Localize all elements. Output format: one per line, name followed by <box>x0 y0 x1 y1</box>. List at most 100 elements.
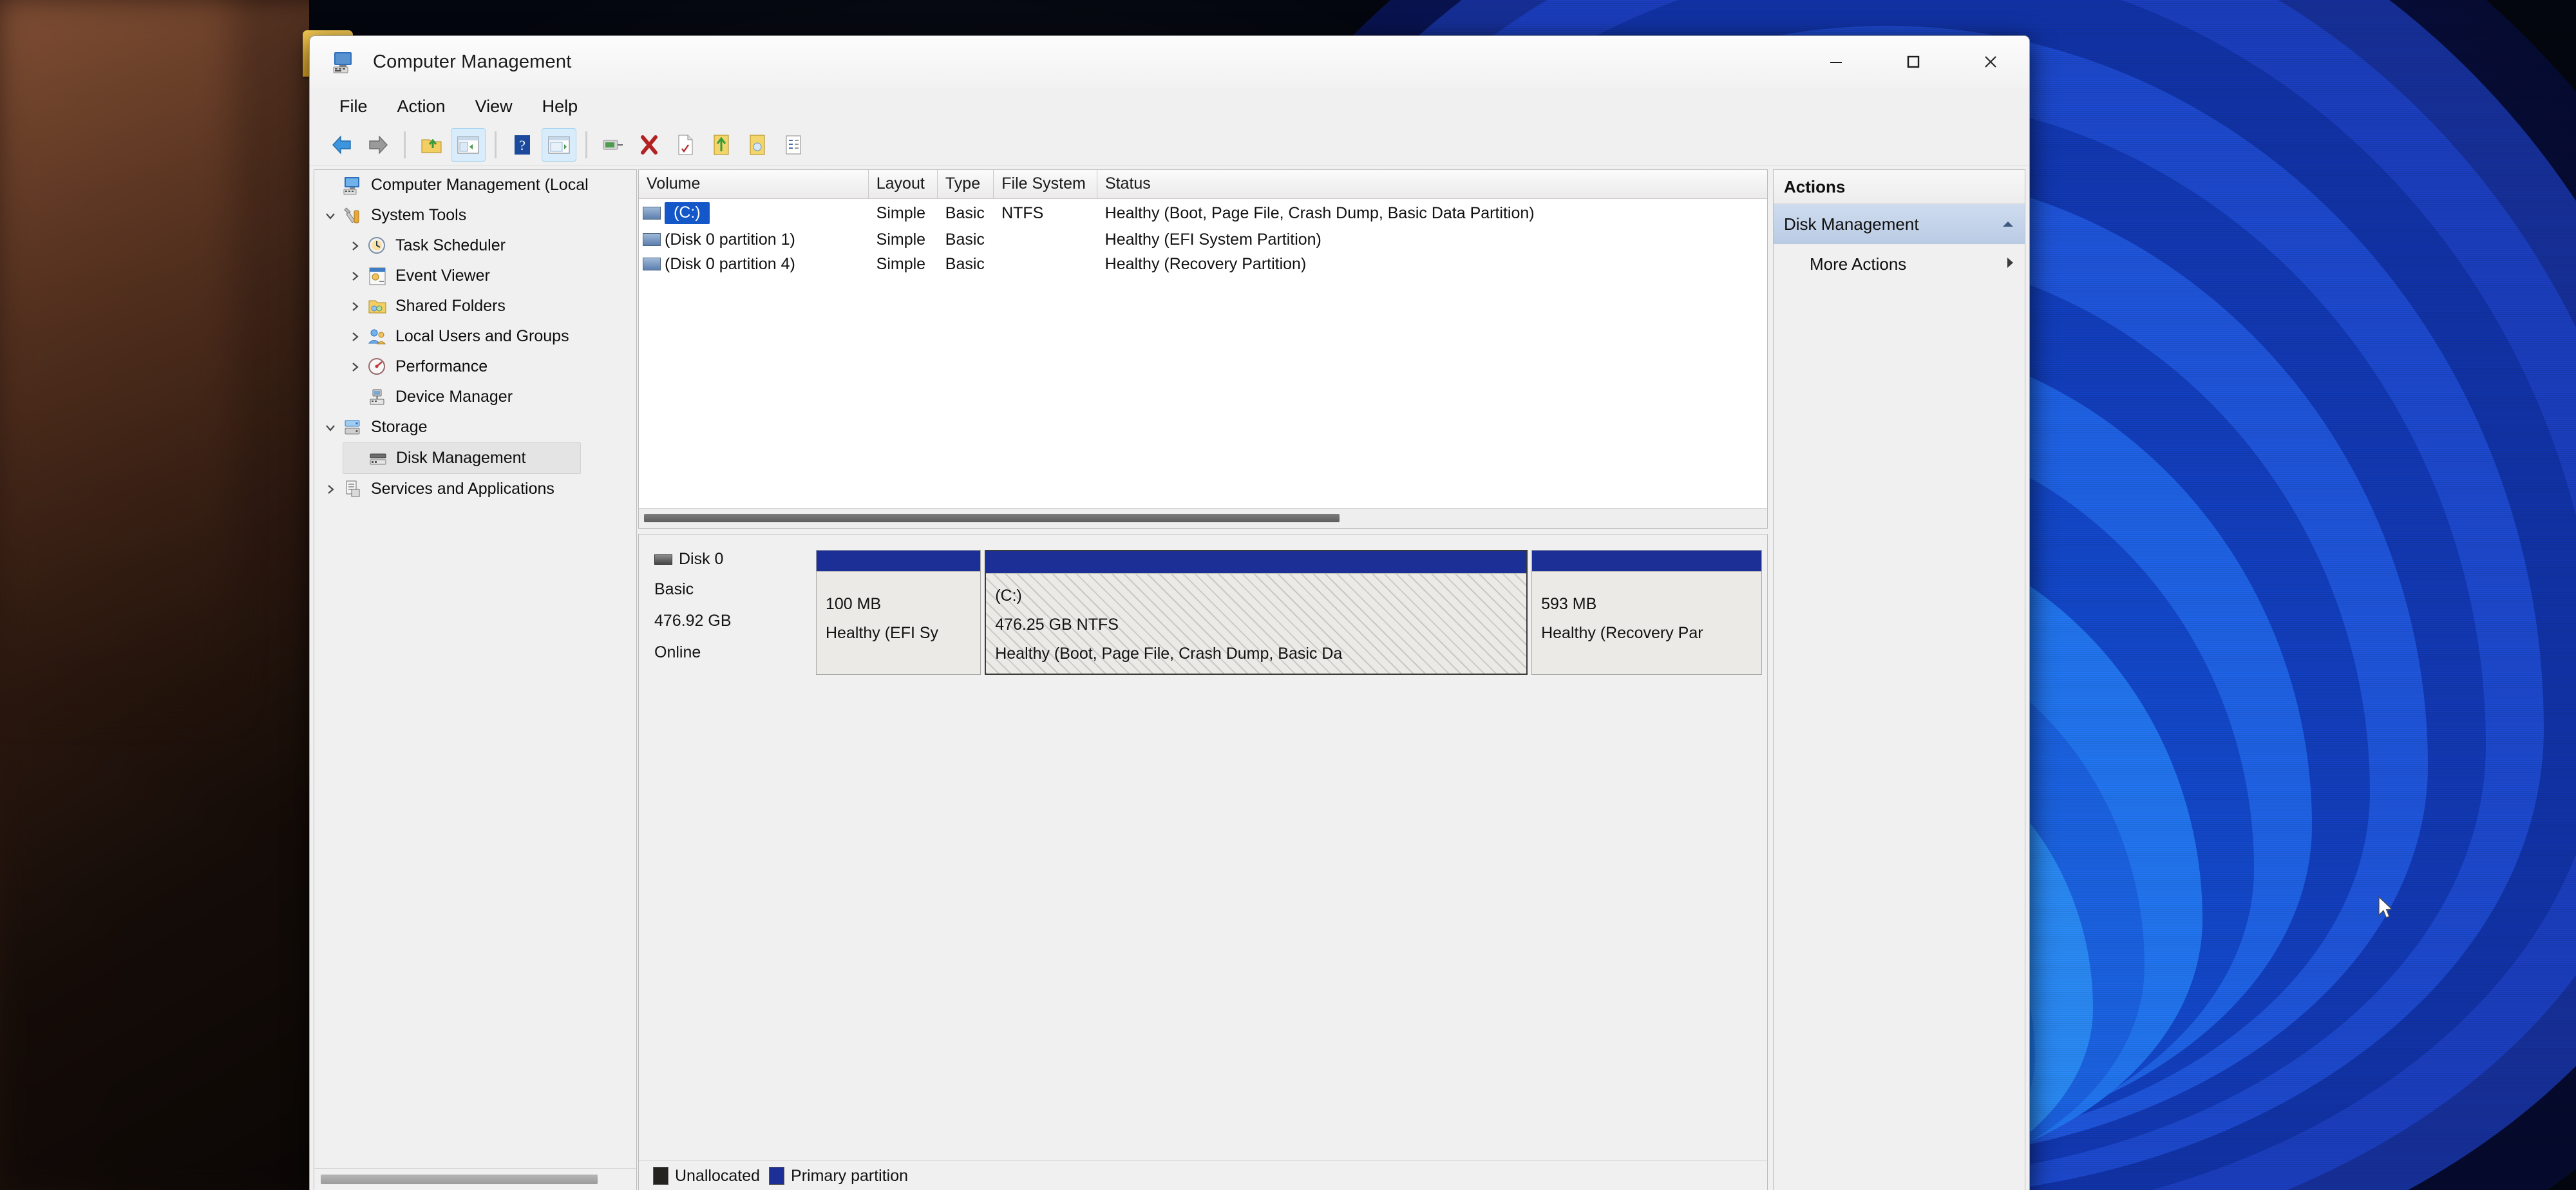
sidebar-item-services-and-applications[interactable]: Services and Applications <box>314 474 636 504</box>
export-list-icon[interactable] <box>596 129 630 161</box>
storage-icon <box>343 417 365 438</box>
sidebar-item-storage[interactable]: Storage <box>314 412 636 442</box>
window-title: Computer Management <box>373 51 572 72</box>
volume-status: Healthy (Recovery Partition) <box>1104 254 1307 273</box>
view-list-icon[interactable] <box>777 129 810 161</box>
maximize-button[interactable] <box>1875 36 1952 88</box>
refresh-icon[interactable] <box>705 129 738 161</box>
column-header-volume[interactable]: Volume <box>639 170 869 198</box>
close-button[interactable] <box>1952 36 2029 88</box>
partition-status: Healthy (Boot, Page File, Crash Dump, Ba… <box>995 645 1343 663</box>
action-item-more-actions[interactable]: More Actions <box>1774 244 2025 284</box>
partition-color-bar <box>817 551 981 572</box>
disk-name: Disk 0 <box>679 550 724 568</box>
tree-horizontal-scrollbar[interactable] <box>314 1168 636 1190</box>
sidebar-item-label: Device Manager <box>395 388 513 406</box>
sidebar-item-task-scheduler[interactable]: Task Scheduler <box>314 231 636 261</box>
chevron-down-icon[interactable] <box>318 421 343 434</box>
toolbar-separator <box>495 131 497 158</box>
disk-name-row: Disk 0 <box>654 550 816 569</box>
toolbar: ? <box>310 125 2029 165</box>
column-header-status[interactable]: Status <box>1097 170 1767 198</box>
photo-stage: Re Computer Management <box>0 0 2576 1190</box>
import-icon[interactable] <box>741 129 774 161</box>
sidebar-item-event-viewer[interactable]: Event Viewer <box>314 261 636 291</box>
toolbar-separator <box>585 131 587 158</box>
show-hide-console-tree-icon[interactable] <box>451 128 486 162</box>
volume-name: (C:) <box>665 202 710 224</box>
toolbar-separator <box>404 131 406 158</box>
chevron-right-icon[interactable] <box>2004 254 2016 274</box>
partition-size: 593 MB <box>1541 595 1597 613</box>
menu-action[interactable]: Action <box>386 93 457 120</box>
column-header-type[interactable]: Type <box>938 170 994 198</box>
svg-text:?: ? <box>519 137 526 153</box>
forward-arrow-icon[interactable] <box>361 129 395 161</box>
column-header-layout[interactable]: Layout <box>869 170 938 198</box>
sidebar-item-label: Storage <box>371 418 428 436</box>
menu-help[interactable]: Help <box>531 93 590 120</box>
computer-management-window: Computer Management File Action View Hel… <box>309 35 2030 1190</box>
chevron-right-icon[interactable] <box>343 300 367 313</box>
disk-state: Online <box>654 643 701 661</box>
menu-file[interactable]: File <box>328 93 379 120</box>
partition-color-bar <box>1532 551 1761 572</box>
volume-layout: Simple <box>876 230 926 249</box>
chevron-right-icon[interactable] <box>343 240 367 252</box>
action-item-disk-management[interactable]: Disk Management <box>1774 204 2025 244</box>
sidebar-item-disk-management[interactable]: Disk Management <box>343 442 581 474</box>
mouse-cursor-icon <box>2378 896 2394 922</box>
minimize-button[interactable] <box>1797 36 1875 88</box>
partition-c-drive[interactable]: (C:) 476.25 GB NTFS Healthy (Boot, Page … <box>985 550 1528 675</box>
sidebar-item-label: System Tools <box>371 206 467 224</box>
column-header-file-system[interactable]: File System <box>994 170 1097 198</box>
photo-foreground-highlight <box>0 0 232 708</box>
volume-list-horizontal-scrollbar[interactable] <box>639 508 1767 528</box>
chevron-down-icon[interactable] <box>318 209 343 222</box>
partition-label: (C:) <box>995 587 1022 605</box>
volume-type: Basic <box>945 254 985 273</box>
sidebar-item-performance[interactable]: Performance <box>314 352 636 382</box>
title-bar[interactable]: Computer Management <box>310 36 2029 88</box>
actions-pane: Actions Disk Management More Actions <box>1773 169 2025 1190</box>
legend-item-unallocated: Unallocated <box>653 1167 760 1185</box>
table-row[interactable]: (C:) Simple Basic NTFS Healthy (Boot, Pa… <box>639 199 1767 227</box>
chevron-right-icon[interactable] <box>343 270 367 283</box>
table-row[interactable]: (Disk 0 partition 4) Simple Basic Health… <box>639 252 1767 276</box>
disk-info-panel[interactable]: Disk 0 Basic 476.92 GB Online <box>639 550 816 675</box>
chevron-right-icon[interactable] <box>343 361 367 373</box>
disk-capacity: 476.92 GB <box>654 612 732 630</box>
properties-icon[interactable] <box>542 128 576 162</box>
graphical-disk-view: Disk 0 Basic 476.92 GB Online 100 MB Hea… <box>638 534 1768 1190</box>
new-document-icon[interactable] <box>668 129 702 161</box>
up-folder-icon[interactable] <box>415 129 448 161</box>
chevron-right-icon[interactable] <box>343 330 367 343</box>
window-controls <box>1797 36 2029 88</box>
partition-recovery[interactable]: 593 MB Healthy (Recovery Par <box>1531 550 1762 675</box>
sidebar-item-shared-folders[interactable]: Shared Folders <box>314 291 636 321</box>
help-icon[interactable]: ? <box>506 129 539 161</box>
delete-icon[interactable] <box>632 129 666 161</box>
chevron-right-icon[interactable] <box>318 483 343 496</box>
menu-bar: File Action View Help <box>310 88 2029 125</box>
sidebar-item-local-users-and-groups[interactable]: Local Users and Groups <box>314 321 636 352</box>
sidebar-item-label: Services and Applications <box>371 480 554 498</box>
device-manager-icon <box>367 387 389 408</box>
window-body: Computer Management (Local System Tools <box>310 165 2029 1190</box>
volume-partition-icon <box>643 233 661 246</box>
unallocated-swatch-icon <box>653 1167 668 1185</box>
table-row[interactable]: (Disk 0 partition 1) Simple Basic Health… <box>639 227 1767 252</box>
tree-root-computer-management[interactable]: Computer Management (Local <box>314 170 636 200</box>
chevron-up-icon[interactable] <box>2000 214 2016 234</box>
partition-efi[interactable]: 100 MB Healthy (EFI Sy <box>816 550 981 675</box>
back-arrow-icon[interactable] <box>325 129 359 161</box>
actions-header: Actions <box>1774 170 2025 204</box>
sidebar-item-system-tools[interactable]: System Tools <box>314 200 636 231</box>
disk-type: Basic <box>654 580 694 598</box>
menu-view[interactable]: View <box>464 93 524 120</box>
partition-status: Healthy (EFI Sy <box>826 624 939 642</box>
action-label: Disk Management <box>1784 214 1919 234</box>
sidebar-item-device-manager[interactable]: Device Manager <box>314 382 636 412</box>
volume-layout: Simple <box>876 203 926 222</box>
services-icon <box>343 479 365 500</box>
